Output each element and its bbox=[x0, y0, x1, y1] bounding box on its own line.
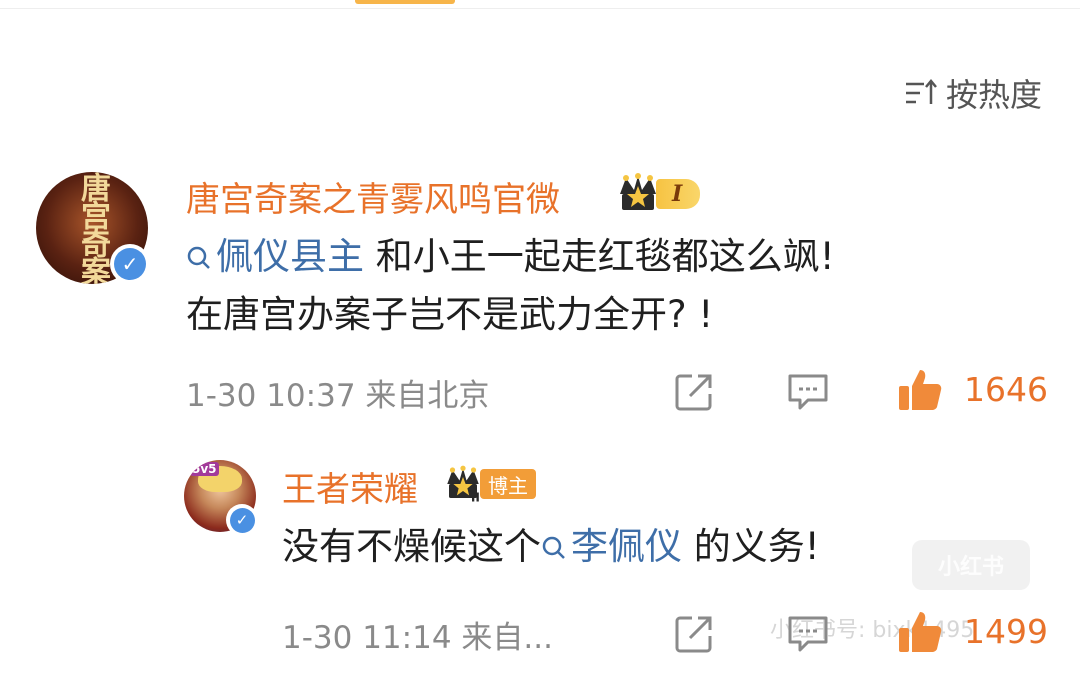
comment-icon bbox=[788, 374, 828, 410]
share-button[interactable] bbox=[672, 612, 716, 656]
topic-label: 李佩仪 bbox=[571, 525, 682, 568]
comment-username[interactable]: 唐宫奇案之青雾风鸣官微 bbox=[186, 172, 560, 221]
like-count: 1646 bbox=[964, 370, 1048, 409]
topic-link[interactable]: 李佩仪 bbox=[541, 525, 682, 568]
comment-text-part1: 和小王一起走红毯都这么飒! bbox=[364, 235, 835, 278]
blogger-tag: 博主 bbox=[480, 469, 536, 499]
level-badge[interactable]: I bbox=[614, 172, 701, 216]
sort-label: 按热度 bbox=[945, 76, 1042, 114]
comment-button[interactable] bbox=[786, 372, 830, 412]
like-button[interactable] bbox=[896, 366, 944, 414]
share-button[interactable] bbox=[672, 370, 716, 414]
svg-text:II: II bbox=[471, 491, 480, 505]
crown-icon bbox=[620, 173, 656, 210]
verified-icon: ✓ bbox=[110, 244, 150, 284]
sort-icon bbox=[905, 79, 937, 104]
reply-text: 没有不燥候这个 李佩仪 的义务! bbox=[282, 518, 982, 576]
comment-button[interactable] bbox=[786, 614, 830, 654]
topic-search-icon bbox=[542, 536, 565, 559]
reply-level-badge[interactable]: II 博主 bbox=[442, 464, 536, 504]
watermark-logo: 小红书 bbox=[912, 540, 1030, 590]
topic-label: 佩仪县主 bbox=[216, 235, 364, 278]
share-icon bbox=[675, 374, 712, 411]
comment-meta: 1-30 10:37 来自北京 bbox=[186, 378, 490, 414]
like-icon bbox=[899, 370, 942, 410]
comment-icon bbox=[788, 616, 828, 652]
share-icon bbox=[675, 616, 712, 653]
top-divider bbox=[0, 8, 1080, 9]
reply-username[interactable]: 王者荣耀 bbox=[282, 462, 418, 511]
verified-icon: ✓ bbox=[226, 504, 258, 536]
reply-meta: 1-30 11:14 来自... bbox=[282, 620, 553, 656]
reply-text-part1: 没有不燥候这个 bbox=[282, 525, 541, 568]
like-button[interactable] bbox=[896, 608, 944, 656]
avatar-tag: 5v5 bbox=[190, 462, 219, 476]
level-tag: I bbox=[656, 179, 701, 209]
like-count: 1499 bbox=[964, 612, 1048, 651]
like-icon bbox=[899, 612, 942, 652]
topic-search-icon bbox=[187, 246, 210, 269]
crown-icon: II bbox=[447, 465, 480, 505]
comment-text-part2: 在唐宫办案子岂不是武力全开? ! bbox=[186, 293, 714, 336]
topic-link[interactable]: 佩仪县主 bbox=[186, 235, 364, 278]
top-tab-indicator bbox=[355, 0, 455, 4]
sort-by-hot-button[interactable]: 按热度 bbox=[904, 70, 1042, 116]
comment-text: 佩仪县主 和小王一起走红毯都这么飒! 在唐宫办案子岂不是武力全开? ! bbox=[186, 228, 1046, 344]
reply-text-part2: 的义务! bbox=[682, 525, 820, 568]
